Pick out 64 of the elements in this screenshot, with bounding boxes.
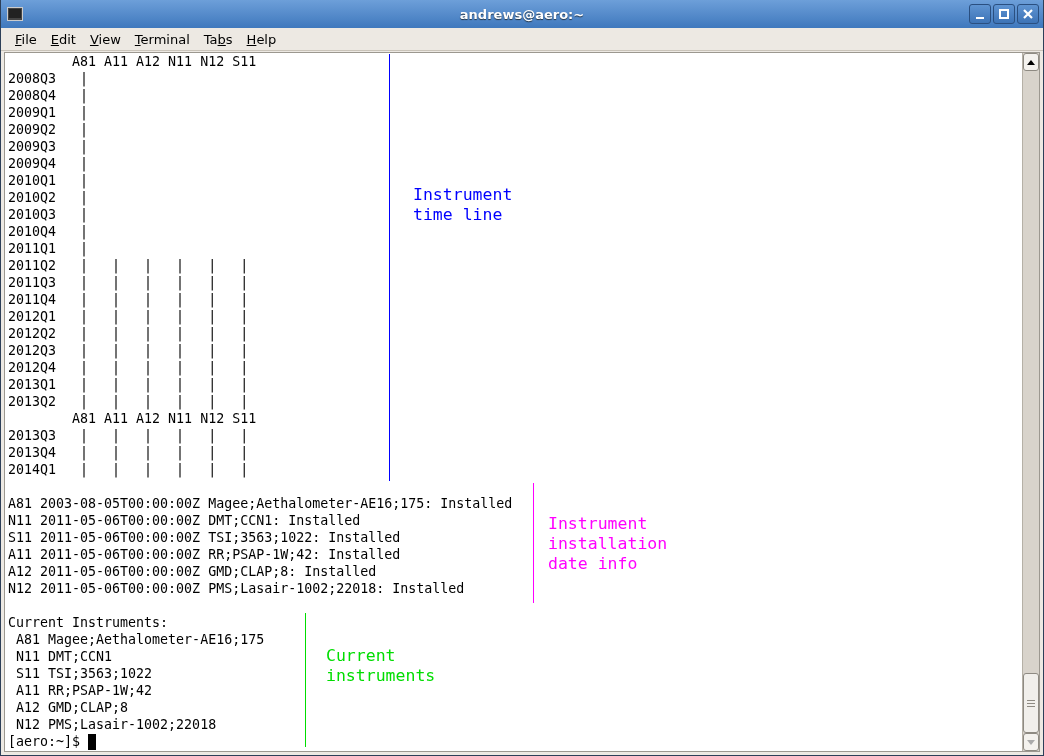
terminal-line: 2010Q4 | bbox=[8, 223, 89, 240]
terminal-line: S11 TSI;3563;1022 bbox=[15, 665, 153, 682]
terminal-line: N12 2011-05-06T00:00:00Z PMS;Lasair-1002;22018: Installed bbox=[8, 580, 465, 597]
terminal-line: 2014Q1 | | | | | | bbox=[8, 461, 249, 478]
terminal-line: A81 2003-08-05T00:00:00Z Magee;Aethalometer-AE16;175: Installed bbox=[8, 495, 513, 512]
maximize-button[interactable] bbox=[993, 4, 1015, 24]
terminal-line: A12 GMD;CLAP;8 bbox=[15, 699, 129, 716]
terminal-line: 2012Q3 | | | | | | bbox=[8, 342, 249, 359]
up-arrow-icon bbox=[1027, 59, 1035, 65]
close-button[interactable] bbox=[1017, 4, 1039, 24]
annotation-text: Instrument time line bbox=[413, 185, 513, 225]
annotation-text: Instrument installation date info bbox=[548, 514, 668, 574]
terminal-line: 2011Q3 | | | | | | bbox=[8, 274, 249, 291]
menu-item[interactable]: Terminal bbox=[127, 29, 197, 49]
terminal-line: N11 DMT;CCN1 bbox=[15, 648, 113, 665]
terminal-line: 2009Q4 | bbox=[8, 155, 89, 172]
terminal-line: 2010Q1 | bbox=[8, 172, 89, 189]
terminal-line: 2010Q2 | bbox=[8, 189, 89, 206]
maximize-icon bbox=[999, 9, 1009, 19]
terminal-line: 2013Q1 | | | | | | bbox=[8, 376, 249, 393]
scroll-down-button[interactable] bbox=[1023, 733, 1039, 751]
terminal-line: 2012Q4 | | | | | | bbox=[8, 359, 249, 376]
close-icon bbox=[1023, 9, 1033, 19]
minimize-icon bbox=[976, 17, 984, 19]
terminal-line: N11 2011-05-06T00:00:00Z DMT;CCN1: Installed bbox=[8, 512, 361, 529]
terminal-line: 2009Q3 | bbox=[8, 138, 89, 155]
scroll-up-button[interactable] bbox=[1023, 53, 1039, 71]
terminal-line: A11 RR;PSAP-1W;42 bbox=[15, 682, 153, 699]
terminal-line: 2011Q2 | | | | | | bbox=[8, 257, 249, 274]
minimize-button[interactable] bbox=[969, 4, 991, 24]
window-title: andrews@aero:~ bbox=[459, 6, 585, 22]
menu-item[interactable]: File bbox=[8, 29, 44, 49]
terminal-line: 2008Q3 | bbox=[8, 70, 89, 87]
annotation-text: Current instruments bbox=[326, 646, 436, 686]
menu-item[interactable]: Tabs bbox=[196, 29, 240, 49]
terminal-line: 2010Q3 | bbox=[8, 206, 89, 223]
terminal-line: A81 Magee;Aethalometer-AE16;175 bbox=[15, 631, 265, 648]
terminal-line: 2013Q3 | | | | | | bbox=[8, 427, 249, 444]
text-cursor bbox=[88, 733, 97, 750]
terminal-line: Current Instruments: bbox=[8, 614, 169, 631]
terminal-line: 2011Q4 | | | | | | bbox=[8, 291, 249, 308]
terminal-line: 2012Q2 | | | | | | bbox=[8, 325, 249, 342]
terminal-line: 2009Q1 | bbox=[8, 104, 89, 121]
scrollbar[interactable] bbox=[1022, 53, 1039, 751]
menu-item[interactable]: View bbox=[82, 29, 128, 49]
menu-item[interactable]: Help bbox=[239, 29, 284, 49]
terminal-line: 2012Q1 | | | | | | bbox=[8, 308, 249, 325]
scrollbar-thumb[interactable] bbox=[1023, 673, 1039, 733]
terminal-line: A12 2011-05-06T00:00:00Z GMD;CLAP;8: Installed bbox=[8, 563, 377, 580]
terminal-line: 2013Q4 | | | | | | bbox=[8, 444, 249, 461]
terminal-icon bbox=[7, 7, 23, 21]
terminal-line: 2009Q2 | bbox=[8, 121, 89, 138]
menu-item[interactable]: Edit bbox=[43, 29, 83, 49]
shell-prompt: [aero:~]$ bbox=[8, 733, 81, 750]
down-arrow-icon bbox=[1027, 739, 1035, 745]
terminal-line: S11 2011-05-06T00:00:00Z TSI;3563;1022: Installed bbox=[8, 529, 401, 546]
terminal-line: 2013Q2 | | | | | | bbox=[8, 393, 249, 410]
terminal-line: A81 A11 A12 N11 N12 S11 bbox=[71, 410, 257, 427]
grip-icon bbox=[1027, 699, 1035, 707]
terminal-line: N12 PMS;Lasair-1002;22018 bbox=[15, 716, 217, 733]
terminal-line: 2008Q4 | bbox=[8, 87, 89, 104]
terminal-line: A81 A11 A12 N11 N12 S11 bbox=[71, 53, 257, 70]
terminal-line: 2011Q1 | bbox=[8, 240, 89, 257]
terminal-line: A11 2011-05-06T00:00:00Z RR;PSAP-1W;42: Installed bbox=[8, 546, 401, 563]
